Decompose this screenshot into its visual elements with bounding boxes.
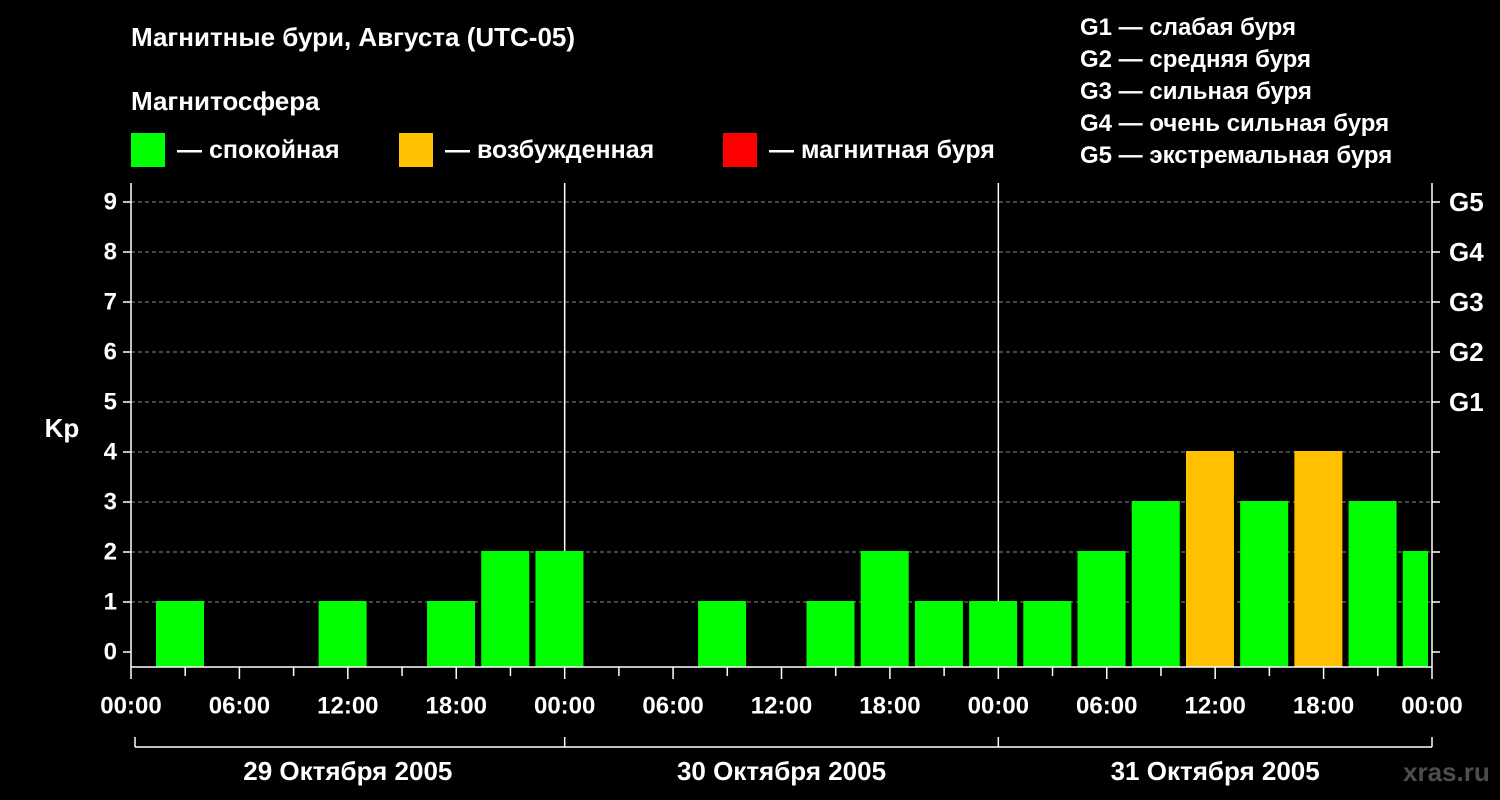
- kp-bar: [698, 601, 747, 667]
- kp-bar: [806, 601, 855, 667]
- y-tick-label: 3: [104, 489, 117, 516]
- x-tick-label: 12:00: [751, 693, 812, 720]
- kp-bar: [1294, 451, 1343, 667]
- g-axis-label: G5: [1449, 187, 1484, 217]
- kp-bar: [969, 601, 1018, 667]
- x-tick-label: 00:00: [1401, 693, 1462, 720]
- kp-bar: [318, 601, 367, 667]
- y-tick-label: 6: [104, 339, 117, 366]
- g-axis-label: G1: [1449, 387, 1484, 417]
- x-tick-label: 06:00: [1076, 693, 1137, 720]
- kp-bar: [427, 601, 476, 667]
- g-axis-label: G4: [1449, 237, 1484, 267]
- x-tick-label: 12:00: [317, 693, 378, 720]
- x-tick-label: 06:00: [642, 693, 703, 720]
- day-label: 29 Октября 2005: [243, 756, 452, 786]
- y-tick-label: 2: [104, 539, 117, 566]
- g-axis-label: G2: [1449, 337, 1484, 367]
- g-axis-label: G3: [1449, 287, 1484, 317]
- y-tick-label: 0: [104, 639, 117, 666]
- y-axis-label: Kp: [45, 413, 80, 443]
- y-tick-label: 5: [104, 389, 117, 416]
- y-tick-label: 7: [104, 289, 117, 316]
- x-tick-label: 00:00: [100, 693, 161, 720]
- x-tick-label: 18:00: [426, 693, 487, 720]
- kp-bar: [156, 601, 204, 667]
- kp-bar: [1185, 451, 1234, 667]
- y-tick-label: 1: [104, 589, 117, 616]
- y-tick-label: 4: [104, 439, 118, 466]
- x-tick-label: 00:00: [968, 693, 1029, 720]
- x-tick-label: 06:00: [209, 693, 270, 720]
- kp-bar: [860, 551, 909, 667]
- day-label: 31 Октября 2005: [1111, 756, 1320, 786]
- x-tick-label: 18:00: [859, 693, 920, 720]
- kp-bar: [1240, 501, 1289, 667]
- kp-bar-chart: 0 1 2 3 4 5 6 7 8 9 G1 G2 G3 G4 G5 Kp 00:00 06:00 12:00 18:…: [45, 183, 1484, 786]
- kp-bar: [535, 551, 584, 667]
- x-tick-label: 18:00: [1293, 693, 1354, 720]
- y-tick-label: 8: [104, 239, 117, 266]
- kp-bar: [1077, 551, 1126, 667]
- x-tick-label: 00:00: [534, 693, 595, 720]
- kp-bar: [1131, 501, 1180, 667]
- kp-bar: [914, 601, 963, 667]
- watermark: xras.ru: [1403, 757, 1490, 787]
- day-label: 30 Октября 2005: [677, 756, 886, 786]
- kp-bar: [1402, 551, 1428, 667]
- kp-bar: [481, 551, 530, 667]
- kp-bar: [1348, 501, 1397, 667]
- y-tick-label: 9: [104, 189, 117, 216]
- kp-bar: [1023, 601, 1072, 667]
- x-tick-label: 12:00: [1184, 693, 1245, 720]
